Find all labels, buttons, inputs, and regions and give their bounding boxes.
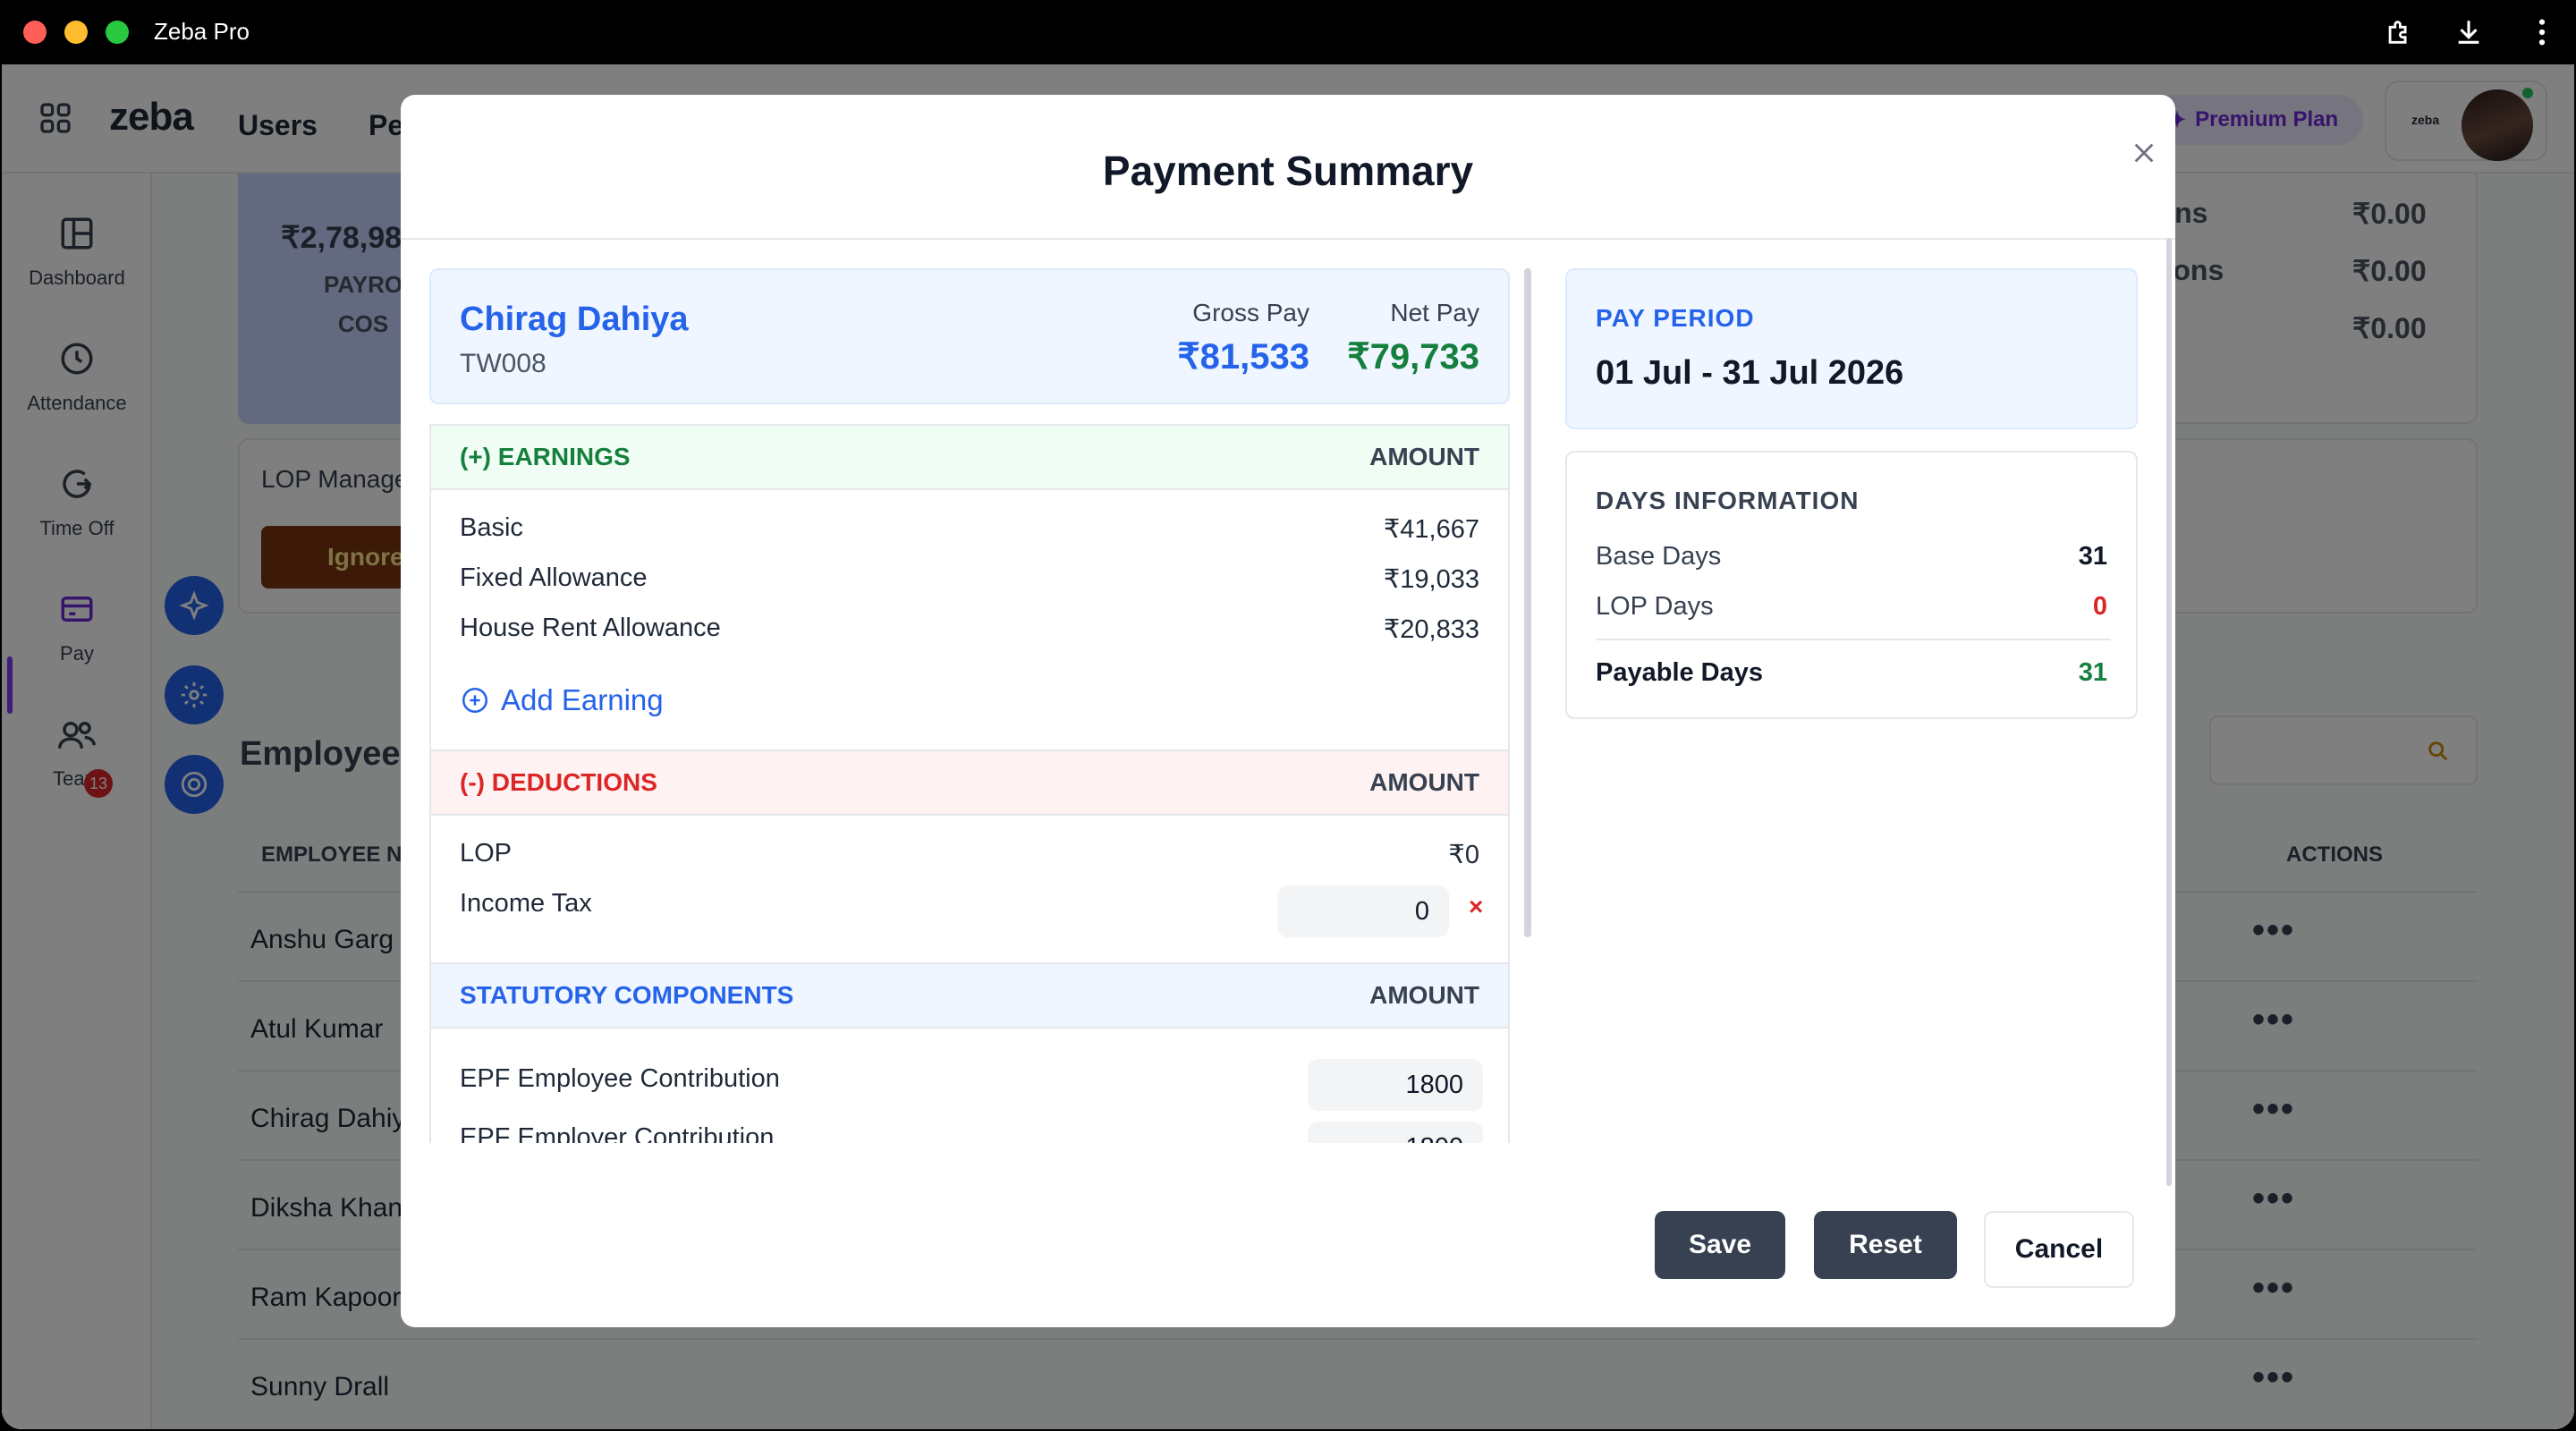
- modal-title: Payment Summary: [1102, 148, 1474, 194]
- net-pay-label: Net Pay: [1390, 299, 1479, 326]
- days-information-card: DAYS INFORMATION Base Days 31 LOP Days 0…: [1565, 451, 2138, 719]
- more-vertical-icon[interactable]: [2522, 13, 2562, 52]
- close-icon[interactable]: [2120, 129, 2168, 177]
- divider: [1596, 639, 2111, 640]
- pay-period-label: PAY PERIOD: [1596, 304, 1755, 332]
- earning-value: ₹41,667: [1383, 515, 1479, 544]
- amount-header: AMOUNT: [1369, 981, 1479, 1009]
- employee-header: Chirag Dahiya TW008 Gross Pay ₹81,533 Ne…: [429, 268, 1510, 404]
- payable-days-label: Payable Days: [1596, 658, 1764, 687]
- epf-employer-input[interactable]: [1308, 1122, 1483, 1143]
- add-earning-button[interactable]: Add Earning: [460, 683, 664, 717]
- left-pane-scrollbar[interactable]: [1524, 268, 1531, 937]
- statutory-section: STATUTORY COMPONENTS AMOUNT EPF Employee…: [429, 962, 1510, 1143]
- earnings-header: (+) EARNINGS AMOUNT: [431, 424, 1508, 490]
- deductions-title: (-) DEDUCTIONS: [460, 768, 657, 796]
- base-days-value: 31: [2078, 542, 2107, 571]
- lop-days-label: LOP Days: [1596, 592, 1714, 621]
- earning-label: House Rent Allowance: [460, 614, 721, 642]
- earning-label: Basic: [460, 513, 523, 542]
- earning-label: Fixed Allowance: [460, 563, 648, 592]
- epf-employee-input[interactable]: [1308, 1059, 1483, 1111]
- modal-scrollbar[interactable]: [2166, 238, 2172, 1186]
- plus-circle-icon: [462, 687, 488, 714]
- reset-button[interactable]: Reset: [1814, 1211, 1957, 1279]
- add-earning-label: Add Earning: [501, 683, 664, 716]
- lop-value: ₹0: [1448, 841, 1479, 869]
- employee-code: TW008: [460, 349, 547, 378]
- gross-pay-value: ₹81,533: [1177, 337, 1309, 377]
- divider: [401, 238, 2175, 240]
- pay-breakdown-pane[interactable]: Chirag Dahiya TW008 Gross Pay ₹81,533 Ne…: [429, 268, 1510, 1143]
- payable-days-value: 31: [2078, 658, 2107, 687]
- earnings-title: (+) EARNINGS: [460, 443, 631, 470]
- earning-value: ₹19,033: [1383, 565, 1479, 594]
- pay-period-value: 01 Jul - 31 Jul 2026: [1596, 354, 1904, 392]
- scrollbar-thumb[interactable]: [1524, 268, 1531, 937]
- zoom-window-button[interactable]: [106, 21, 129, 44]
- lop-label: LOP: [460, 839, 513, 868]
- statutory-header: STATUTORY COMPONENTS AMOUNT: [431, 962, 1508, 1029]
- days-information-title: DAYS INFORMATION: [1596, 487, 1860, 514]
- download-icon[interactable]: [2449, 13, 2488, 52]
- window-titlebar: Zeba Pro: [0, 0, 2576, 64]
- app-window: zeba Users Pe ✦ Premium Plan zeba Dashbo…: [2, 64, 2574, 1429]
- window-title: Zeba Pro: [154, 18, 250, 45]
- deductions-section: (-) DEDUCTIONS AMOUNT LOP ₹0 Income Tax …: [429, 749, 1510, 964]
- amount-header: AMOUNT: [1369, 443, 1479, 470]
- payment-summary-modal: Payment Summary Chirag Dahiya TW008 Gros…: [401, 95, 2175, 1327]
- income-tax-input[interactable]: [1277, 885, 1449, 937]
- amount-header: AMOUNT: [1369, 768, 1479, 796]
- extension-icon[interactable]: [2379, 13, 2419, 52]
- deductions-header: (-) DEDUCTIONS AMOUNT: [431, 749, 1508, 816]
- save-button[interactable]: Save: [1655, 1211, 1785, 1279]
- minimize-window-button[interactable]: [64, 21, 88, 44]
- scrollbar-thumb[interactable]: [2166, 238, 2172, 1186]
- net-pay-value: ₹79,733: [1347, 337, 1479, 377]
- gross-pay-label: Gross Pay: [1192, 299, 1309, 326]
- base-days-label: Base Days: [1596, 542, 1722, 571]
- epf-employee-label: EPF Employee Contribution: [460, 1064, 780, 1093]
- cancel-button[interactable]: Cancel: [1984, 1211, 2134, 1288]
- pay-period-card: PAY PERIOD 01 Jul - 31 Jul 2026: [1565, 268, 2138, 429]
- statutory-title: STATUTORY COMPONENTS: [460, 981, 794, 1009]
- employee-name: Chirag Dahiya: [460, 301, 689, 338]
- earnings-section: (+) EARNINGS AMOUNT Basic ₹41,667 Fixed …: [429, 424, 1510, 751]
- remove-income-tax-button[interactable]: ×: [1469, 893, 1483, 921]
- income-tax-label: Income Tax: [460, 889, 592, 918]
- close-window-button[interactable]: [23, 21, 47, 44]
- epf-employer-label: EPF Employer Contribution: [460, 1123, 775, 1143]
- lop-days-value: 0: [2092, 592, 2107, 621]
- earning-value: ₹20,833: [1383, 615, 1479, 644]
